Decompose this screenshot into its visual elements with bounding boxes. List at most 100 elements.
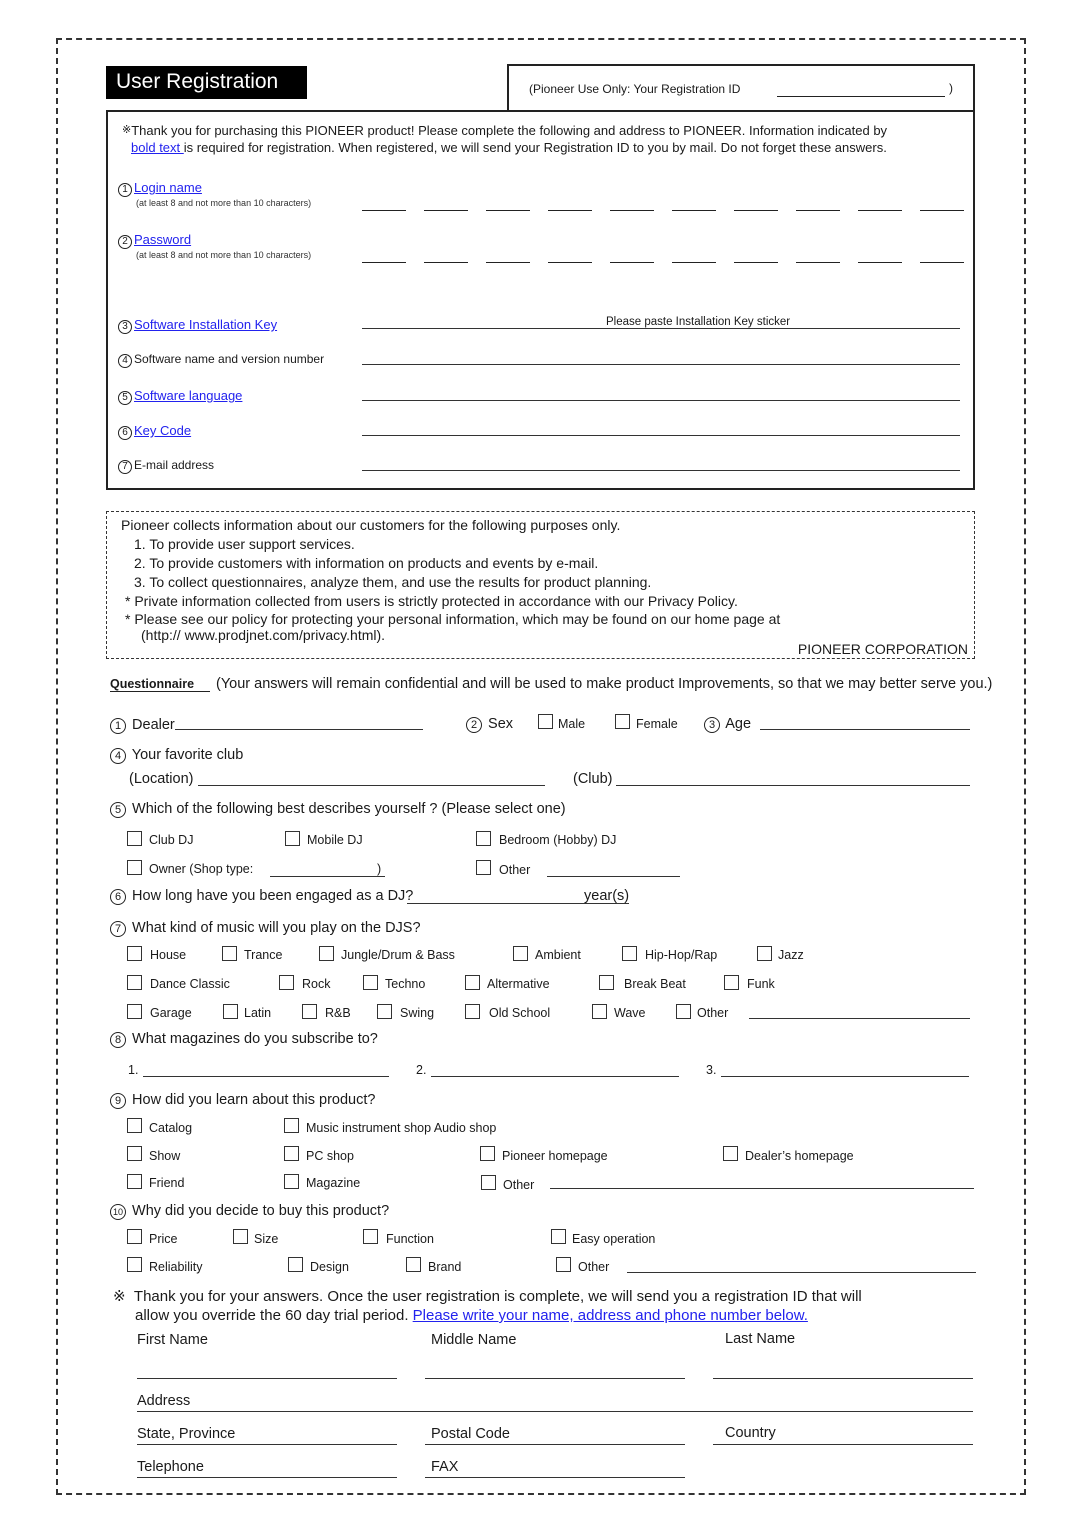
checkbox-genre-techno[interactable] [363, 975, 378, 990]
email-input[interactable] [362, 470, 960, 471]
character-slot[interactable] [362, 262, 406, 263]
bold-text-link[interactable]: bold text [131, 140, 184, 155]
magazine-1-input[interactable] [143, 1076, 389, 1077]
checkbox-other-dj[interactable] [476, 860, 491, 875]
character-slot[interactable] [734, 262, 778, 263]
telephone-input[interactable] [137, 1477, 397, 1478]
character-slot[interactable] [920, 262, 964, 263]
closing-text: ※ Thank you for your answers. Once the u… [113, 1288, 862, 1324]
first-name-input[interactable] [137, 1378, 397, 1379]
other-dj-label: Other [499, 863, 531, 877]
character-slot[interactable] [610, 210, 654, 211]
privacy-intro: Pioneer collects information about our c… [121, 517, 621, 533]
checkbox-genre-other[interactable] [676, 1004, 691, 1019]
state-input[interactable] [137, 1444, 397, 1445]
checkbox-genre-latin[interactable] [223, 1004, 238, 1019]
magazine-3-input[interactable] [721, 1076, 969, 1077]
checkbox-pc-shop[interactable] [284, 1146, 299, 1161]
character-slot[interactable] [796, 262, 840, 263]
checkbox-genre-altermative[interactable] [465, 975, 480, 990]
character-slot[interactable] [610, 262, 654, 263]
checkbox-genre-house[interactable] [127, 946, 142, 961]
write-details-link[interactable]: Please write your name, address and phon… [413, 1307, 808, 1324]
learn-other-input[interactable] [550, 1188, 974, 1189]
checkbox-genre-hip-hop-rap[interactable] [622, 946, 637, 961]
checkbox-brand[interactable] [406, 1257, 421, 1272]
registration-id-field[interactable] [777, 96, 945, 97]
postal-code-input[interactable] [425, 1444, 685, 1445]
key-code-input[interactable] [362, 435, 960, 436]
location-input[interactable] [198, 785, 545, 786]
fax-input[interactable] [425, 1477, 685, 1478]
shop-type-input[interactable] [270, 876, 385, 877]
checkbox-reason-other[interactable] [556, 1257, 571, 1272]
music-other-input[interactable] [749, 1018, 970, 1019]
checkbox-female[interactable] [615, 714, 630, 729]
age-input[interactable] [760, 729, 970, 730]
character-slot[interactable] [548, 210, 592, 211]
checkbox-pioneer-homepage[interactable] [480, 1146, 495, 1161]
magazine-slot-2-label: 2. [416, 1063, 427, 1077]
checkbox-genre-r-b[interactable] [302, 1004, 317, 1019]
checkbox-genre-jazz[interactable] [757, 946, 772, 961]
character-slot[interactable] [858, 262, 902, 263]
country-input[interactable] [713, 1444, 973, 1445]
checkbox-catalog[interactable] [127, 1118, 142, 1133]
checkbox-design[interactable] [288, 1257, 303, 1272]
character-slot[interactable] [362, 210, 406, 211]
checkbox-genre-dance-classic[interactable] [127, 975, 142, 990]
checkbox-learn-other[interactable] [481, 1175, 496, 1190]
checkbox-genre-trance[interactable] [222, 946, 237, 961]
checkbox-male[interactable] [538, 714, 553, 729]
other-dj-input[interactable] [547, 876, 680, 877]
checkbox-genre-ambient[interactable] [513, 946, 528, 961]
checkbox-genre-garage[interactable] [127, 1004, 142, 1019]
magazine-2-input[interactable] [431, 1076, 679, 1077]
q9-learn-about: 9 How did you learn about this product? [110, 1092, 375, 1109]
character-slot[interactable] [548, 262, 592, 263]
club-input[interactable] [616, 785, 970, 786]
checkbox-easy-operation[interactable] [551, 1229, 566, 1244]
checkbox-magazine[interactable] [284, 1174, 299, 1189]
reason-other-input[interactable] [627, 1272, 976, 1273]
checkbox-bedroom-dj[interactable] [476, 831, 491, 846]
middle-name-input[interactable] [425, 1378, 685, 1379]
character-slot[interactable] [672, 262, 716, 263]
character-slot[interactable] [424, 210, 468, 211]
character-slot[interactable] [424, 262, 468, 263]
character-slot[interactable] [672, 210, 716, 211]
genre-label-rock: Rock [302, 977, 331, 991]
checkbox-reliability[interactable] [127, 1257, 142, 1272]
dealer-input[interactable] [175, 729, 423, 730]
checkbox-dealer-homepage[interactable] [723, 1146, 738, 1161]
checkbox-show[interactable] [127, 1146, 142, 1161]
checkbox-friend[interactable] [127, 1174, 142, 1189]
character-slot[interactable] [796, 210, 840, 211]
software-name-input[interactable] [362, 364, 960, 365]
checkbox-genre-old-school[interactable] [465, 1004, 480, 1019]
character-slot[interactable] [858, 210, 902, 211]
checkbox-genre-funk[interactable] [724, 975, 739, 990]
registration-box: ※Thank you for purchasing this PIONEER p… [106, 110, 975, 490]
checkbox-genre-rock[interactable] [279, 975, 294, 990]
character-slot[interactable] [920, 210, 964, 211]
software-language-input[interactable] [362, 400, 960, 401]
character-slot[interactable] [486, 210, 530, 211]
last-name-input[interactable] [713, 1378, 973, 1379]
checkbox-mobile-dj[interactable] [285, 831, 300, 846]
character-slot[interactable] [486, 262, 530, 263]
checkbox-function[interactable] [363, 1229, 378, 1244]
checkbox-genre-swing[interactable] [377, 1004, 392, 1019]
checkbox-size[interactable] [233, 1229, 248, 1244]
checkbox-genre-wave[interactable] [592, 1004, 607, 1019]
checkbox-music-shop[interactable] [284, 1118, 299, 1133]
address-input[interactable] [137, 1411, 973, 1412]
checkbox-club-dj[interactable] [127, 831, 142, 846]
checkbox-genre-break-beat[interactable] [599, 975, 614, 990]
checkbox-genre-jungle-drum-bass[interactable] [319, 946, 334, 961]
software-name-label: Software name and version number [134, 352, 325, 366]
checkbox-price[interactable] [127, 1229, 142, 1244]
checkbox-owner[interactable] [127, 860, 142, 875]
installation-key-input[interactable] [362, 328, 960, 329]
character-slot[interactable] [734, 210, 778, 211]
